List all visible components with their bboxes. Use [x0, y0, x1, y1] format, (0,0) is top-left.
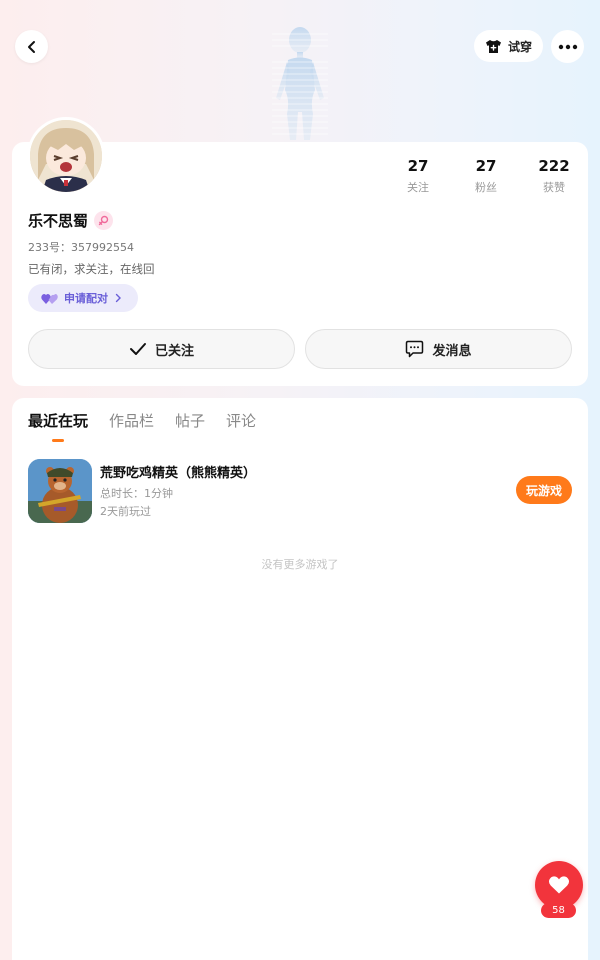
like-count-badge: 58: [541, 903, 576, 918]
play-game-button[interactable]: 玩游戏: [516, 476, 572, 504]
content-card: 最近在玩 作品栏 帖子 评论 荒野吃鸡精英（熊熊精英） 总时长：1分钟 2天前玩…: [12, 398, 588, 960]
avatar[interactable]: [27, 117, 105, 195]
stat-likes-count: 222: [538, 157, 570, 175]
active-tab-indicator: [52, 439, 64, 442]
request-pair-button[interactable]: 申请配对: [28, 284, 138, 312]
stat-followers-label: 粉丝: [475, 181, 497, 194]
bio: 已有闭，求关注，在线回: [28, 262, 155, 276]
stat-likes-label: 获赞: [543, 181, 565, 194]
try-on-label: 试穿: [507, 39, 532, 54]
game-last-played: 2天前玩过: [100, 505, 151, 518]
tab-bar: 最近在玩 作品栏 帖子 评论: [28, 410, 256, 431]
tab-works[interactable]: 作品栏: [109, 410, 154, 431]
avatar-dressup-figure[interactable]: [262, 22, 338, 144]
followed-button[interactable]: 已关注: [28, 329, 295, 369]
female-symbol-icon: [94, 211, 114, 230]
stat-followers-count: 27: [475, 157, 497, 175]
user-id: 233号：357992554: [28, 241, 134, 254]
stat-following[interactable]: 27 关注: [384, 157, 452, 195]
game-duration: 总时长：1分钟: [100, 487, 173, 500]
username-row: 乐不思蜀: [28, 210, 114, 231]
stats-row: 27 关注 27 粉丝 222 获赞: [384, 157, 588, 195]
profile-card: 27 关注 27 粉丝 222 获赞 乐不思蜀 233号：357992554 已…: [12, 142, 588, 386]
no-more-games-text: 没有更多游戏了: [261, 558, 339, 571]
game-title: 荒野吃鸡精英（熊熊精英）: [100, 466, 257, 481]
tab-posts[interactable]: 帖子: [175, 410, 205, 431]
more-button[interactable]: [551, 30, 584, 63]
stat-likes[interactable]: 222 获赞: [520, 157, 588, 195]
chevron-left-icon: [27, 40, 35, 53]
game-list-item[interactable]: 荒野吃鸡精英（熊熊精英） 总时长：1分钟 2天前玩过 玩游戏: [28, 458, 572, 524]
heart-icon: [548, 876, 570, 894]
username: 乐不思蜀: [28, 212, 89, 230]
stat-following-count: 27: [407, 157, 429, 175]
try-on-button[interactable]: 试穿: [474, 30, 543, 62]
pair-hearts-icon: [41, 293, 58, 304]
game-icon[interactable]: [28, 459, 92, 523]
tab-recently-played[interactable]: 最近在玩: [28, 410, 88, 431]
chevron-right-icon: [115, 293, 121, 303]
checkmark-icon: [129, 343, 146, 355]
tshirt-icon: [485, 39, 501, 53]
more-dots-icon: [558, 44, 577, 49]
send-message-button[interactable]: 发消息: [305, 329, 572, 369]
followed-label: 已关注: [154, 343, 194, 359]
send-message-label: 发消息: [432, 343, 472, 359]
tab-comments[interactable]: 评论: [226, 410, 256, 431]
request-pair-label: 申请配对: [64, 292, 108, 305]
back-button[interactable]: [15, 30, 48, 63]
stat-followers[interactable]: 27 粉丝: [452, 157, 520, 195]
like-button[interactable]: [535, 861, 583, 909]
stat-following-label: 关注: [407, 181, 429, 194]
chat-bubble-icon: [406, 340, 424, 358]
